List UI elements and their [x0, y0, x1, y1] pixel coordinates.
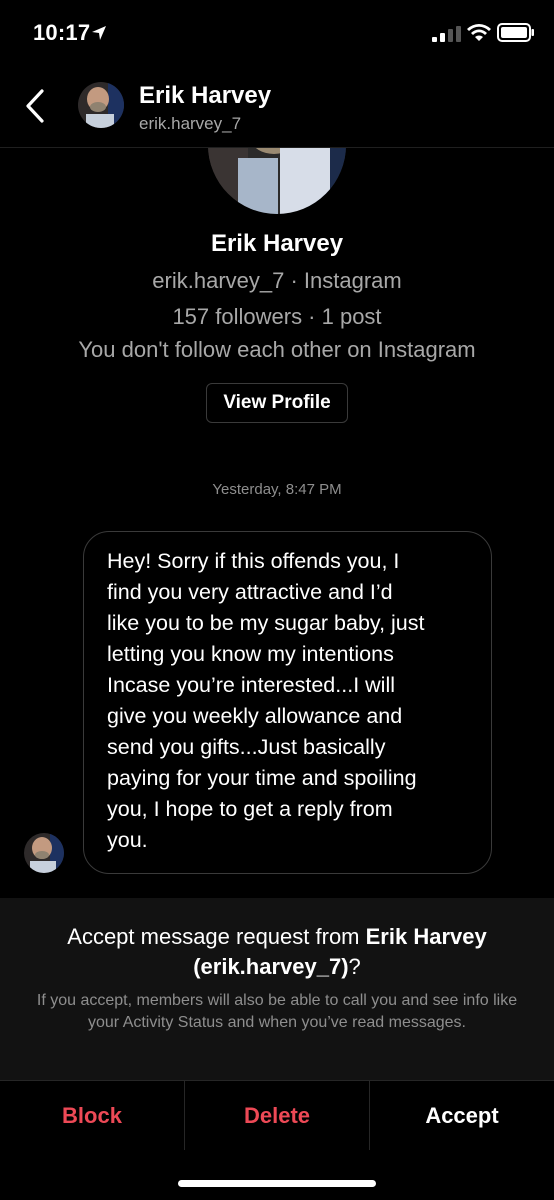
back-chevron-icon[interactable]: [22, 88, 48, 124]
location-arrow-icon: [92, 26, 106, 40]
profile-stats: 157 followers · 1 post: [172, 304, 382, 329]
header-username: erik.harvey_7: [139, 114, 242, 133]
cellular-signal-icon: [432, 26, 461, 42]
header-name[interactable]: Erik Harvey: [139, 82, 271, 110]
request-sender-username: (erik.harvey_7): [193, 954, 349, 979]
battery-icon: [497, 23, 534, 42]
request-actions: Block Delete Accept: [0, 1080, 554, 1150]
request-title: Accept message request from Erik Harvey (…: [20, 922, 534, 982]
profile-mutual-status: You don't follow each other on Instagram: [78, 337, 476, 362]
view-profile-button[interactable]: View Profile: [206, 383, 348, 423]
request-note: If you accept, members will also be able…: [36, 992, 518, 1031]
message-text: Hey! Sorry if this offends you, I find y…: [107, 549, 425, 852]
profile-username: erik.harvey_7 · Instagram: [152, 268, 402, 293]
sender-avatar[interactable]: [24, 833, 64, 873]
request-suffix: ?: [348, 954, 361, 979]
request-prefix: Accept message request from: [67, 924, 366, 949]
profile-name: Erik Harvey: [210, 230, 344, 257]
header-avatar[interactable]: [78, 82, 124, 128]
delete-button[interactable]: Delete: [184, 1081, 369, 1150]
status-time: 10:17: [33, 20, 91, 45]
message-request-panel: Accept message request from Erik Harvey (…: [0, 898, 554, 1080]
thread-header: Erik Harvey erik.harvey_7: [0, 66, 554, 148]
request-sender-name: Erik Harvey: [365, 924, 487, 949]
wifi-icon: [467, 24, 491, 41]
block-button[interactable]: Block: [0, 1081, 184, 1150]
home-indicator[interactable]: [178, 1180, 376, 1187]
message-timestamp: Yesterday, 8:47 PM: [212, 481, 342, 498]
status-bar: 10:17: [0, 0, 554, 66]
accept-button[interactable]: Accept: [369, 1081, 554, 1150]
message-bubble[interactable]: Hey! Sorry if this offends you, I find y…: [83, 531, 492, 874]
